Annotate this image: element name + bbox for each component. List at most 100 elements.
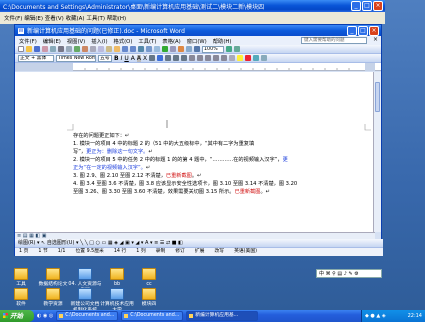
- zoom-select[interactable]: 100%: [202, 45, 224, 53]
- desktop-icon-papers[interactable]: 数据结构论文: [36, 268, 70, 288]
- menu-insert[interactable]: 插入(I): [91, 37, 107, 45]
- italic-button[interactable]: I: [121, 55, 123, 62]
- enclose-char-icon[interactable]: [261, 55, 268, 61]
- desktop-icon-module4[interactable]: 模块四: [132, 288, 166, 308]
- char-border-icon[interactable]: A: [131, 55, 135, 62]
- word-title-bar[interactable]: W 新编计算机应用基础的问题(已修正).doc - Microsoft Word: [15, 25, 381, 36]
- folder-icon: [46, 288, 60, 300]
- status-column: 1 列: [136, 249, 146, 254]
- horizontal-ruler[interactable]: [15, 63, 381, 71]
- bold-button[interactable]: B: [114, 55, 119, 62]
- menu-edit[interactable]: 编辑(E): [43, 37, 61, 45]
- document-body[interactable]: 存在的问题更正如下：↵ 1. 模块一的项目 4 中的标题 2 的（51 中的大五级…: [73, 132, 365, 196]
- horizontal-scrollbar[interactable]: ≡ ▤ ▦ ◧ ▣: [15, 232, 375, 239]
- desktop-icon-teaching[interactable]: 教学资源: [36, 288, 70, 308]
- excel-icon[interactable]: [162, 46, 168, 52]
- menu-view[interactable]: 视图(V): [67, 37, 85, 45]
- phonetic-icon[interactable]: [253, 55, 260, 61]
- align-left-icon[interactable]: [149, 55, 156, 61]
- help-icon[interactable]: [226, 46, 232, 52]
- close-button[interactable]: ×: [369, 26, 379, 36]
- underline-button[interactable]: U: [124, 55, 128, 62]
- document-line: 写”，更正为：删除这一句文字。↵: [73, 148, 365, 156]
- status-extend[interactable]: 扩展: [195, 248, 205, 256]
- explorer-menu-bar[interactable]: 文件(F) 编辑(E) 查看(V) 收藏(A) 工具(T) 帮助(H): [0, 12, 385, 24]
- justify-icon[interactable]: [173, 55, 180, 61]
- outside-border-icon[interactable]: [229, 55, 236, 61]
- increase-indent-icon[interactable]: [221, 55, 228, 61]
- print-preview-icon[interactable]: [66, 46, 72, 52]
- tray-icons[interactable]: ◆ ● ▲ ◈: [365, 310, 386, 322]
- close-button[interactable]: ×: [373, 1, 383, 11]
- ime-toolbar[interactable]: 中 ⌘ ⚲ ▤ ♪ ✎ ⚙: [316, 269, 382, 278]
- status-overtype[interactable]: 改写: [214, 248, 224, 256]
- restore-button[interactable]: □: [358, 26, 368, 36]
- document-map-icon[interactable]: [186, 46, 192, 52]
- vertical-scrollbar[interactable]: [373, 72, 381, 232]
- show-hide-icon[interactable]: [194, 46, 200, 52]
- minimize-button[interactable]: _: [347, 26, 357, 36]
- columns-icon[interactable]: [170, 46, 176, 52]
- distributed-icon[interactable]: [181, 55, 188, 61]
- line-spacing-icon[interactable]: [189, 55, 196, 61]
- open-icon[interactable]: [26, 46, 32, 52]
- task-word[interactable]: 新编计算机应用基...: [186, 311, 259, 321]
- drawing-icon[interactable]: [178, 46, 184, 52]
- menu-window[interactable]: 窗口(W): [187, 37, 207, 45]
- numbering-icon[interactable]: [197, 55, 204, 61]
- menu-help[interactable]: 帮助(H): [213, 37, 232, 45]
- save-icon[interactable]: [34, 46, 40, 52]
- scroll-thumb[interactable]: [375, 82, 380, 112]
- desktop-icon-cc[interactable]: cc: [132, 268, 166, 288]
- status-track[interactable]: 修订: [175, 248, 185, 256]
- drawing-toolbar[interactable]: 绘图(R) ▾ ↖ 自选图形(U) ▾ ╲ ╲ □ ○ ▭ ▦ ◈ ◢ ▣ ▾ …: [15, 239, 383, 247]
- read-icon[interactable]: [234, 46, 240, 52]
- copy-icon[interactable]: [98, 46, 104, 52]
- menu-tools[interactable]: 工具(T): [138, 37, 156, 45]
- paste-icon[interactable]: [106, 46, 112, 52]
- font-size-select[interactable]: 五号: [98, 54, 112, 62]
- cut-icon[interactable]: [90, 46, 96, 52]
- print-icon[interactable]: [58, 46, 64, 52]
- folder-icon: [14, 288, 28, 300]
- status-record[interactable]: 录制: [156, 248, 166, 256]
- task-explorer-2[interactable]: C:\Documents and...: [121, 311, 184, 321]
- task-explorer-1[interactable]: C:\Documents and...: [56, 311, 119, 321]
- desktop-icon-tools[interactable]: 工具: [4, 268, 38, 288]
- desktop-icon-software[interactable]: 软件: [4, 288, 38, 308]
- align-center-icon[interactable]: [157, 55, 164, 61]
- highlight-icon[interactable]: [237, 55, 244, 61]
- insert-table-icon[interactable]: [154, 46, 160, 52]
- start-button[interactable]: 开始: [0, 310, 34, 322]
- close-document-icon[interactable]: ×: [373, 36, 378, 43]
- undo-icon[interactable]: [122, 46, 128, 52]
- tables-icon[interactable]: [146, 46, 152, 52]
- spelling-icon[interactable]: [74, 46, 80, 52]
- style-select[interactable]: 正文 + 黑体: [18, 54, 54, 62]
- menu-table[interactable]: 表格(A): [162, 37, 180, 45]
- quick-launch-icons[interactable]: ◐ ◉ ◎: [37, 313, 53, 319]
- font-color-icon[interactable]: [245, 55, 252, 61]
- menu-format[interactable]: 格式(O): [114, 37, 133, 45]
- bullets-icon[interactable]: [205, 55, 212, 61]
- permission-icon[interactable]: [42, 46, 48, 52]
- email-icon[interactable]: [50, 46, 56, 52]
- maximize-button[interactable]: □: [362, 1, 372, 11]
- format-painter-icon[interactable]: [114, 46, 120, 52]
- redo-icon[interactable]: [130, 46, 136, 52]
- minimize-button[interactable]: _: [351, 1, 361, 11]
- decrease-indent-icon[interactable]: [213, 55, 220, 61]
- formatting-toolbar: 正文 + 黑体 Times New Roman 五号 B I U A A X: [15, 54, 381, 63]
- research-icon[interactable]: [82, 46, 88, 52]
- char-shading-icon[interactable]: A: [136, 54, 141, 62]
- font-select[interactable]: Times New Roman: [56, 54, 96, 62]
- align-right-icon[interactable]: [165, 55, 172, 61]
- menu-file[interactable]: 文件(F): [19, 37, 37, 45]
- new-icon[interactable]: [18, 46, 24, 52]
- char-scale-icon[interactable]: X: [143, 55, 147, 62]
- explorer-title-bar[interactable]: C:\Documents and Settings\Administrator\…: [0, 0, 385, 12]
- word-menu-bar: 文件(F) 编辑(E) 视图(V) 插入(I) 格式(O) 工具(T) 表格(A…: [15, 36, 381, 45]
- help-search-input[interactable]: 键入需要帮助的问题: [301, 37, 367, 44]
- desktop-icon-bb[interactable]: bb: [100, 268, 134, 288]
- hyperlink-icon[interactable]: [138, 46, 144, 52]
